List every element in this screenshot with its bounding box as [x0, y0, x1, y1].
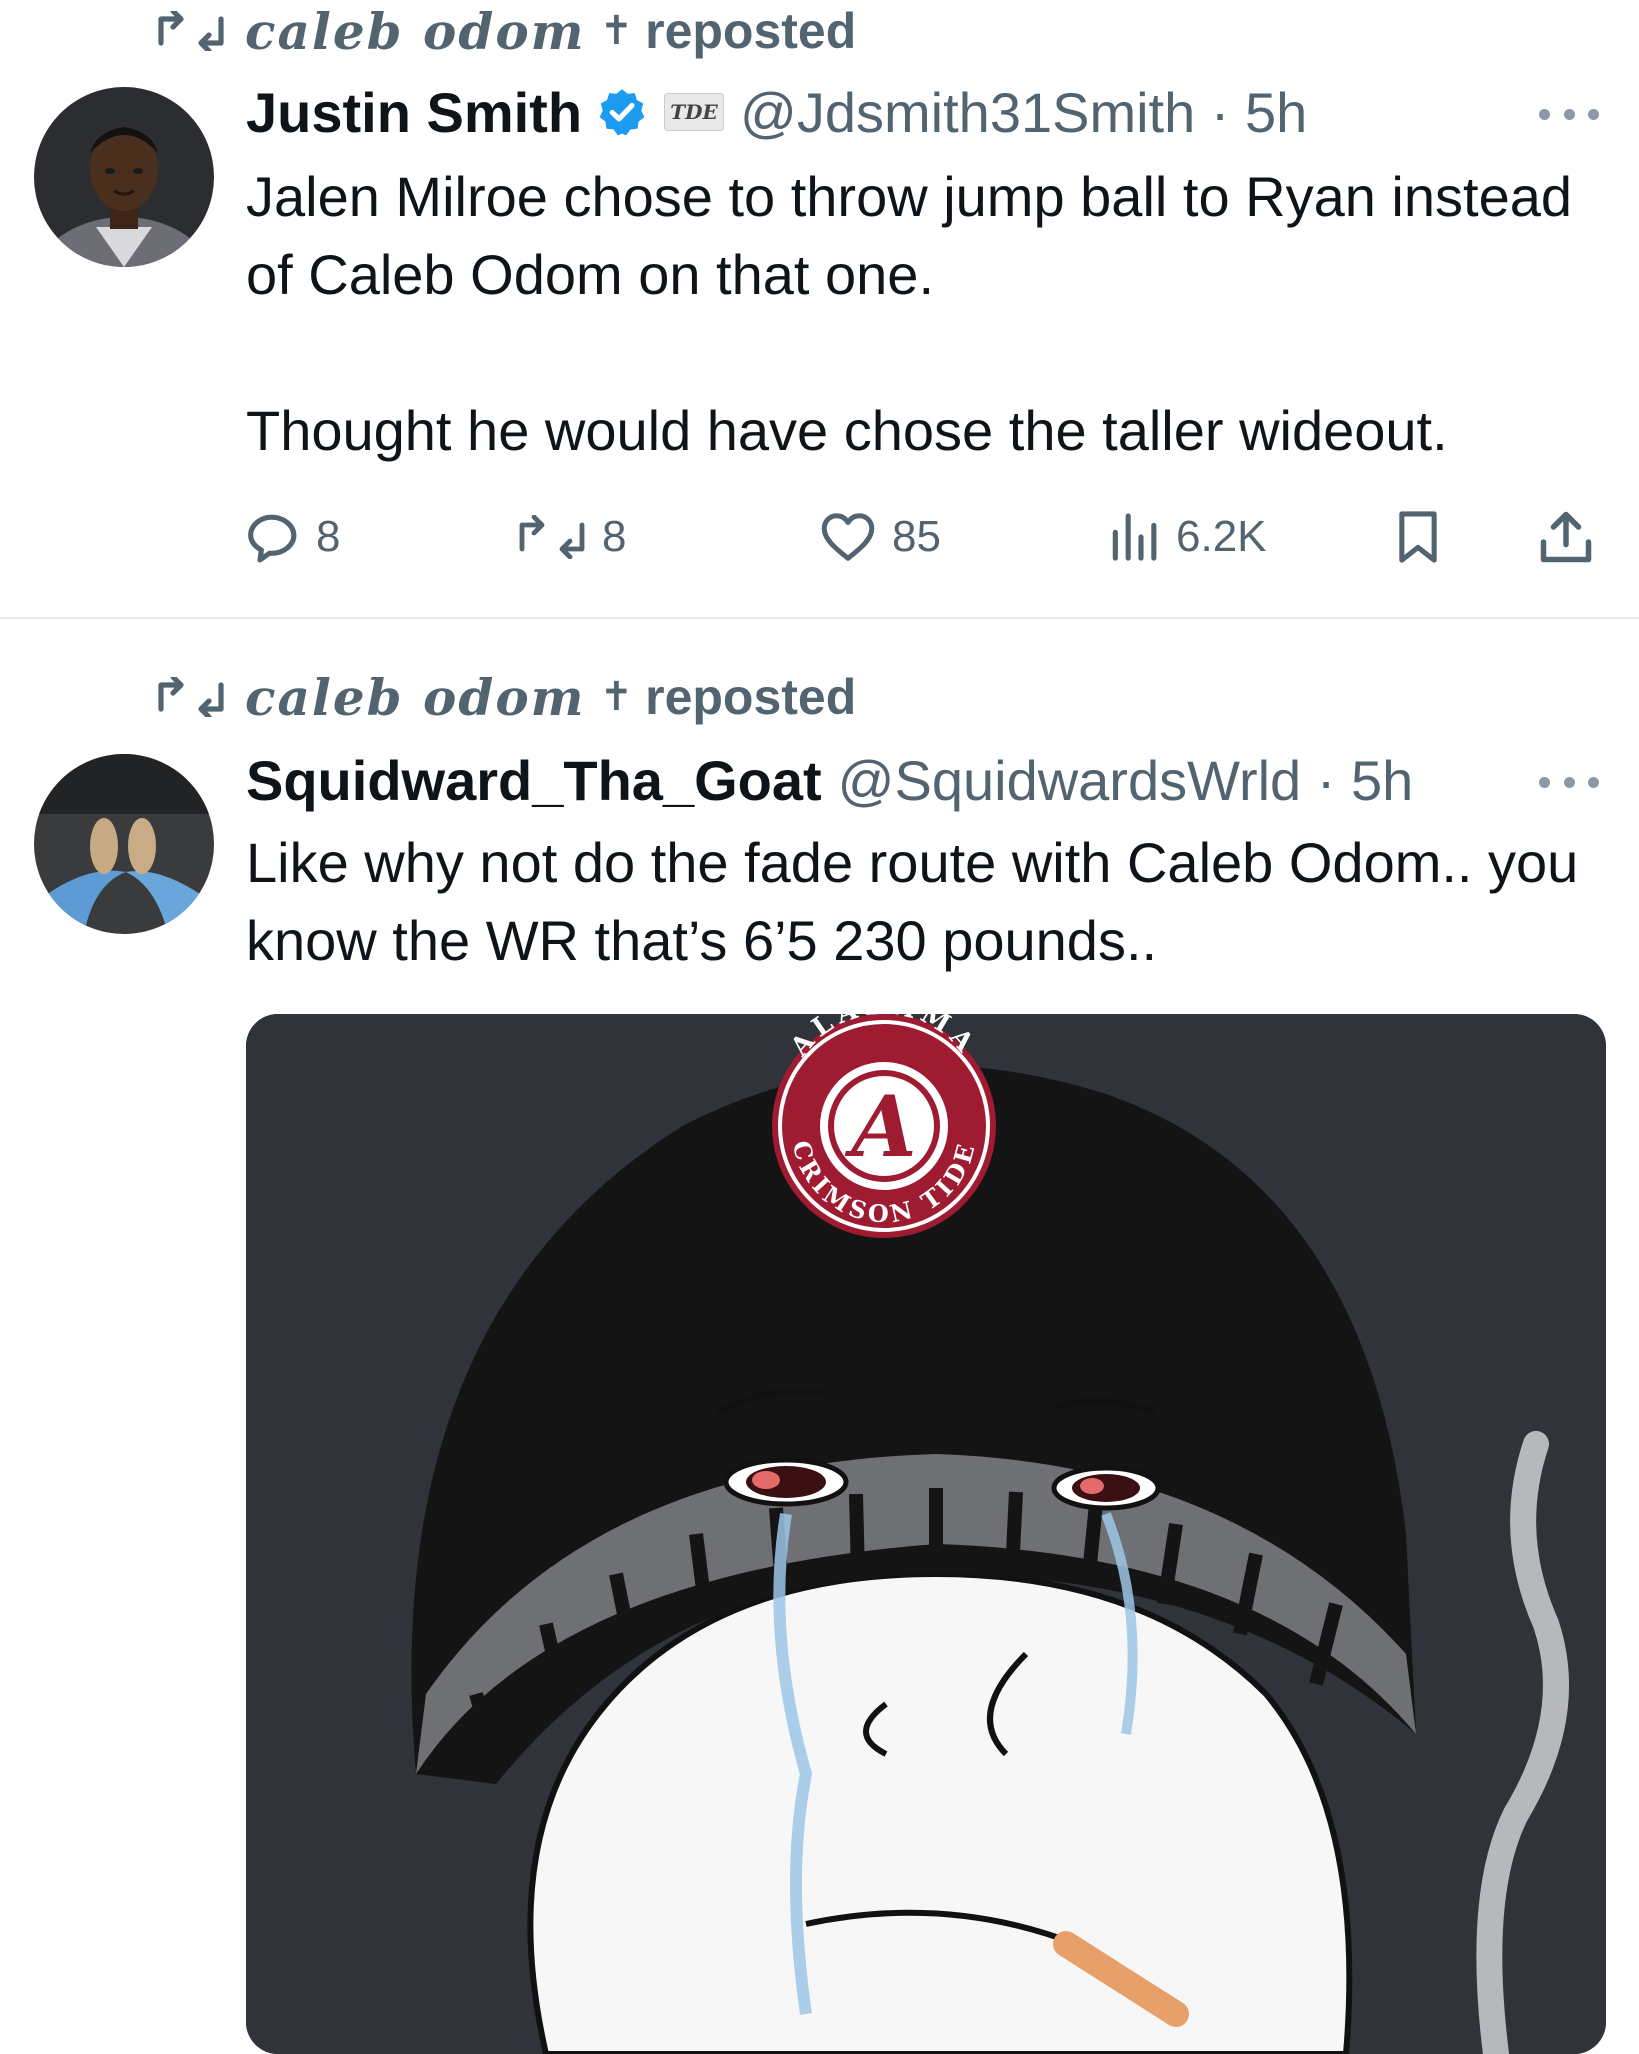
- reply-icon: [248, 514, 297, 563]
- repost-button[interactable]: 8: [516, 492, 626, 582]
- wojak-meme-image: A ALABAMA CRIMSON TIDE: [246, 1014, 1606, 2054]
- tweet-text: Jalen Milroe chose to throw jump ball to…: [246, 158, 1626, 470]
- repost-icon: [158, 677, 224, 717]
- tweet-text: Like why not do the fade route with Cale…: [246, 824, 1626, 980]
- reposted-label: reposted: [645, 3, 857, 59]
- tweet-media-image[interactable]: A ALABAMA CRIMSON TIDE: [246, 1014, 1606, 2054]
- reply-count: 8: [316, 512, 341, 561]
- repost-context[interactable]: caleb odom ✝ reposted: [155, 0, 856, 62]
- tweet-paragraph: Thought he would have chose the taller w…: [246, 399, 1448, 462]
- reposted-label: reposted: [645, 669, 857, 725]
- like-button[interactable]: 85: [818, 492, 941, 582]
- tweet-card[interactable]: caleb odom ✝ reposted Squidward_Tha_Goat…: [0, 618, 1639, 2054]
- author-handle[interactable]: @SquidwardsWrld · 5h: [838, 748, 1414, 813]
- reposter-name[interactable]: caleb odom: [245, 668, 586, 727]
- share-button[interactable]: [1536, 492, 1610, 582]
- tweet-card[interactable]: caleb odom ✝ reposted Justin Smith TDE @…: [0, 0, 1639, 618]
- bookmark-button[interactable]: [1390, 492, 1460, 582]
- views-count: 6.2K: [1176, 512, 1267, 561]
- affiliate-badge[interactable]: TDE: [664, 93, 725, 131]
- bookmark-icon: [1399, 511, 1437, 563]
- more-icon[interactable]: [1539, 104, 1599, 124]
- repost-count: 8: [602, 512, 627, 561]
- share-icon: [1540, 511, 1592, 563]
- views-icon: [1112, 513, 1157, 561]
- author-name[interactable]: Squidward_Tha_Goat: [246, 748, 822, 813]
- repost-icon: [158, 11, 224, 51]
- verified-icon: [599, 89, 645, 136]
- cross-emoji: ✝: [599, 674, 634, 720]
- svg-text:A: A: [844, 1077, 916, 1176]
- avatar[interactable]: [34, 754, 214, 934]
- tweet-header: Squidward_Tha_Goat @SquidwardsWrld · 5h: [246, 740, 1413, 820]
- tweet-header: Justin Smith TDE @Jdsmith31Smith · 5h: [246, 72, 1307, 152]
- tweet-actions: 8 8 85 6.2K: [246, 492, 1606, 582]
- alabama-logo: A ALABAMA CRIMSON TIDE: [772, 1014, 996, 1238]
- author-handle[interactable]: @Jdsmith31Smith · 5h: [740, 80, 1307, 145]
- repost-context[interactable]: caleb odom ✝ reposted: [155, 666, 856, 728]
- views-button[interactable]: 6.2K: [1106, 492, 1267, 582]
- cross-emoji: ✝: [599, 8, 634, 54]
- like-count: 85: [892, 512, 941, 561]
- more-icon[interactable]: [1539, 772, 1599, 792]
- reposter-name[interactable]: caleb odom: [245, 2, 586, 61]
- repost-icon: [519, 515, 585, 559]
- avatar[interactable]: [34, 87, 214, 267]
- tweet-time: 5h: [1350, 748, 1414, 812]
- tweet-paragraph: Jalen Milroe chose to throw jump ball to…: [246, 165, 1573, 306]
- tweet-paragraph: Like why not do the fade route with Cale…: [246, 831, 1579, 972]
- reply-button[interactable]: 8: [246, 492, 340, 582]
- tweet-time: 5h: [1245, 80, 1308, 144]
- author-name[interactable]: Justin Smith: [246, 80, 582, 145]
- like-icon: [821, 513, 875, 561]
